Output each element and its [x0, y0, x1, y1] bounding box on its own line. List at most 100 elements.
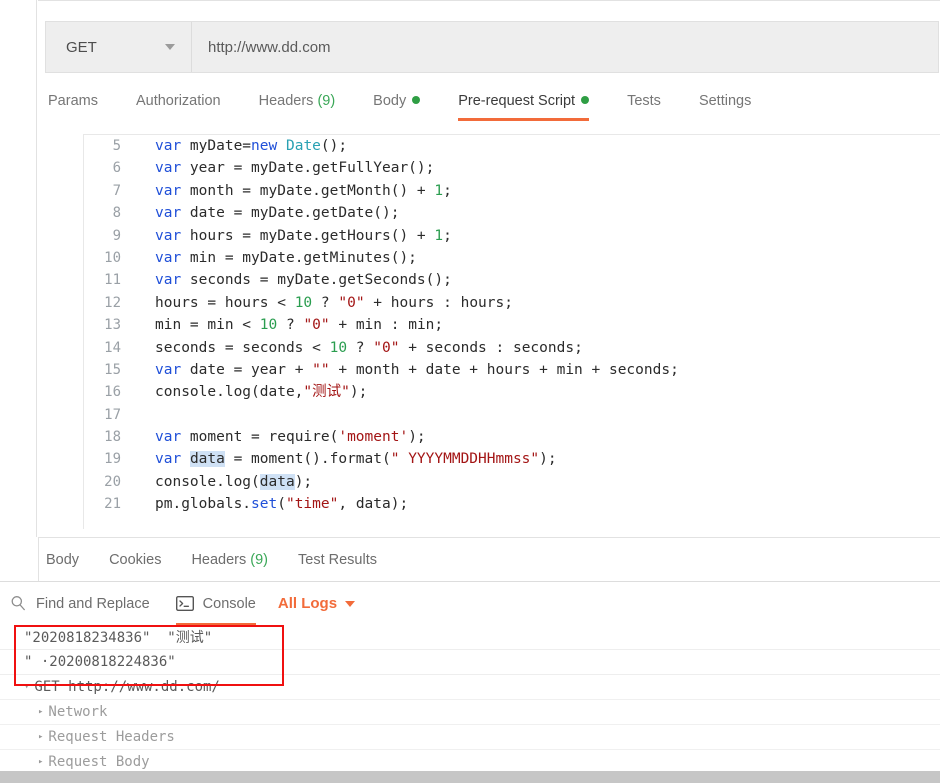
- code-line-text: var min = myDate.getMinutes();: [155, 249, 417, 266]
- request-tab-count: (9): [313, 93, 336, 109]
- find-and-replace-button[interactable]: Find and Replace: [10, 582, 150, 626]
- code-line: 9 var hours = myDate.getHours() + 1;: [84, 225, 940, 247]
- line-number: 19: [104, 451, 121, 468]
- active-tab-underline: [458, 118, 590, 121]
- left-rail: [0, 0, 37, 537]
- response-tab-test-results[interactable]: Test Results: [298, 552, 377, 568]
- url-bar: GET http://www.dd.com: [45, 21, 939, 73]
- request-tab-label: Tests: [627, 93, 661, 109]
- code-line: 11 var seconds = myDate.getSeconds();: [84, 269, 940, 291]
- request-tab-label: Headers: [258, 93, 314, 109]
- request-tab-settings[interactable]: Settings: [699, 89, 751, 109]
- response-tab-label: Headers: [191, 551, 247, 568]
- console-log-text: Request Headers: [48, 729, 175, 745]
- console-log-list[interactable]: "2020818234836" "测试" " ·20200818224836" ▾ G…: [0, 625, 940, 775]
- request-tab-authorization[interactable]: Authorization: [136, 89, 221, 109]
- response-tab-headers[interactable]: Headers (9): [191, 552, 268, 568]
- request-tab-label: Settings: [698, 93, 752, 109]
- code-line-text: var date = year + "" + month + date + ho…: [155, 361, 679, 378]
- code-line-text: var seconds = myDate.getSeconds();: [155, 272, 452, 289]
- line-number: 12: [104, 294, 121, 311]
- code-line: 19 var data = moment().format(" YYYYMMDDH…: [84, 448, 940, 470]
- console-tree-row[interactable]: ▸ Request Headers: [0, 725, 940, 750]
- response-tab-count: (9): [246, 551, 269, 568]
- console-tree-row[interactable]: ▾ GET http://www.dd.com/: [0, 675, 940, 700]
- line-number: 20: [104, 473, 121, 490]
- code-line-text: var moment = require('moment');: [155, 429, 426, 446]
- line-number: 16: [104, 384, 121, 401]
- code-line: 10 var min = myDate.getMinutes();: [84, 247, 940, 269]
- code-line: 20 console.log(data);: [84, 471, 940, 493]
- unsaved-indicator-dot: [581, 96, 590, 104]
- code-line: 14 seconds = seconds < 10 ? "0" + seconds…: [84, 337, 940, 359]
- code-line-text: seconds = seconds < 10 ? "0" + seconds :…: [155, 339, 583, 356]
- unsaved-indicator-dot: [412, 96, 421, 104]
- code-line-text: pm.globals.set("time", data);: [155, 496, 409, 513]
- chevron-right-icon[interactable]: ▸: [38, 732, 43, 742]
- search-icon: [10, 595, 27, 612]
- code-line: 16 console.log(date,"测试");: [84, 381, 940, 403]
- code-line-text: console.log(date,"测试");: [155, 384, 368, 401]
- code-line-text: var data = moment().format(" YYYYMMDDHHm…: [155, 451, 557, 468]
- response-tab-label: Body: [46, 551, 80, 568]
- line-number: 6: [112, 160, 121, 177]
- console-toolbar: Find and Replace Console All Logs: [0, 581, 940, 626]
- request-tab-label: Pre-request Script: [458, 93, 576, 109]
- line-number: 7: [112, 182, 121, 199]
- http-method-label: GET: [66, 38, 97, 56]
- response-tab-body[interactable]: Body: [46, 552, 79, 568]
- horizontal-scrollbar[interactable]: [0, 771, 940, 783]
- line-number: 5: [112, 138, 121, 154]
- console-output-row: "2020818234836" "测试": [0, 625, 940, 650]
- url-input[interactable]: http://www.dd.com: [192, 22, 938, 72]
- console-tab[interactable]: Console: [175, 582, 256, 626]
- request-tab-label: Authorization: [135, 93, 221, 109]
- all-logs-label: All Logs: [277, 595, 338, 612]
- code-line: 12 hours = hours < 10 ? "0" + hours : hou…: [84, 292, 940, 314]
- terminal-icon: [175, 596, 194, 611]
- request-tab-label: Body: [373, 93, 407, 109]
- code-line-text: var myDate=new Date();: [155, 138, 348, 154]
- chevron-right-icon[interactable]: ▸: [38, 707, 43, 717]
- response-tab-label: Cookies: [109, 551, 162, 568]
- all-logs-filter[interactable]: All Logs: [277, 595, 356, 612]
- line-number: 10: [104, 249, 121, 266]
- console-log-text: "2020818234836" "测试": [24, 630, 213, 646]
- code-line: 13 min = min < 10 ? "0" + min : min;: [84, 314, 940, 336]
- line-number: 17: [104, 406, 121, 423]
- console-log-text: Request Body: [48, 754, 150, 770]
- http-method-select[interactable]: GET: [46, 22, 192, 72]
- code-line: 8 var date = myDate.getDate();: [84, 202, 940, 224]
- request-tab-headers[interactable]: Headers (9): [259, 89, 336, 109]
- request-tab-tests[interactable]: Tests: [627, 89, 661, 109]
- pre-request-script-editor[interactable]: 5 var myDate=new Date(); 6 var year = myDat…: [83, 134, 940, 529]
- request-tab-label: Params: [48, 93, 98, 109]
- request-tab-bar: Params Authorization Headers (9) Body Pre-re…: [48, 89, 938, 129]
- code-line: 21 pm.globals.set("time", data);: [84, 493, 940, 515]
- chevron-down-icon[interactable]: ▾: [24, 682, 29, 692]
- line-number: 9: [112, 227, 121, 244]
- response-tab-label: Test Results: [298, 551, 377, 568]
- code-line: 5 var myDate=new Date();: [84, 135, 940, 157]
- response-tab-bar: Body Cookies Headers (9) Test Results: [38, 537, 940, 581]
- code-line-text: var month = myDate.getMonth() + 1;: [155, 182, 452, 199]
- request-tab-body[interactable]: Body: [373, 89, 421, 109]
- line-number: 8: [112, 205, 121, 222]
- console-tree-row[interactable]: ▸ Network: [0, 700, 940, 725]
- code-line-text: hours = hours < 10 ? "0" + hours : hours…: [155, 294, 513, 311]
- response-tab-cookies[interactable]: Cookies: [109, 552, 161, 568]
- code-line-text: [131, 404, 155, 426]
- code-line-text: var hours = myDate.getHours() + 1;: [155, 227, 452, 244]
- code-line: 15 var date = year + "" + month + date + …: [84, 359, 940, 381]
- chevron-right-icon[interactable]: ▸: [38, 757, 43, 767]
- request-tab-pre-request-script[interactable]: Pre-request Script: [458, 89, 590, 121]
- code-line-text: console.log(data);: [155, 473, 313, 490]
- code-line-text: min = min < 10 ? "0" + min : min;: [155, 317, 444, 334]
- line-number: 14: [104, 339, 121, 356]
- request-tab-params[interactable]: Params: [48, 89, 98, 109]
- code-line: 18 var moment = require('moment');: [84, 426, 940, 448]
- code-line: 17: [84, 404, 940, 426]
- chevron-down-icon: [345, 600, 356, 607]
- line-number: 11: [104, 272, 121, 289]
- line-number: 15: [104, 361, 121, 378]
